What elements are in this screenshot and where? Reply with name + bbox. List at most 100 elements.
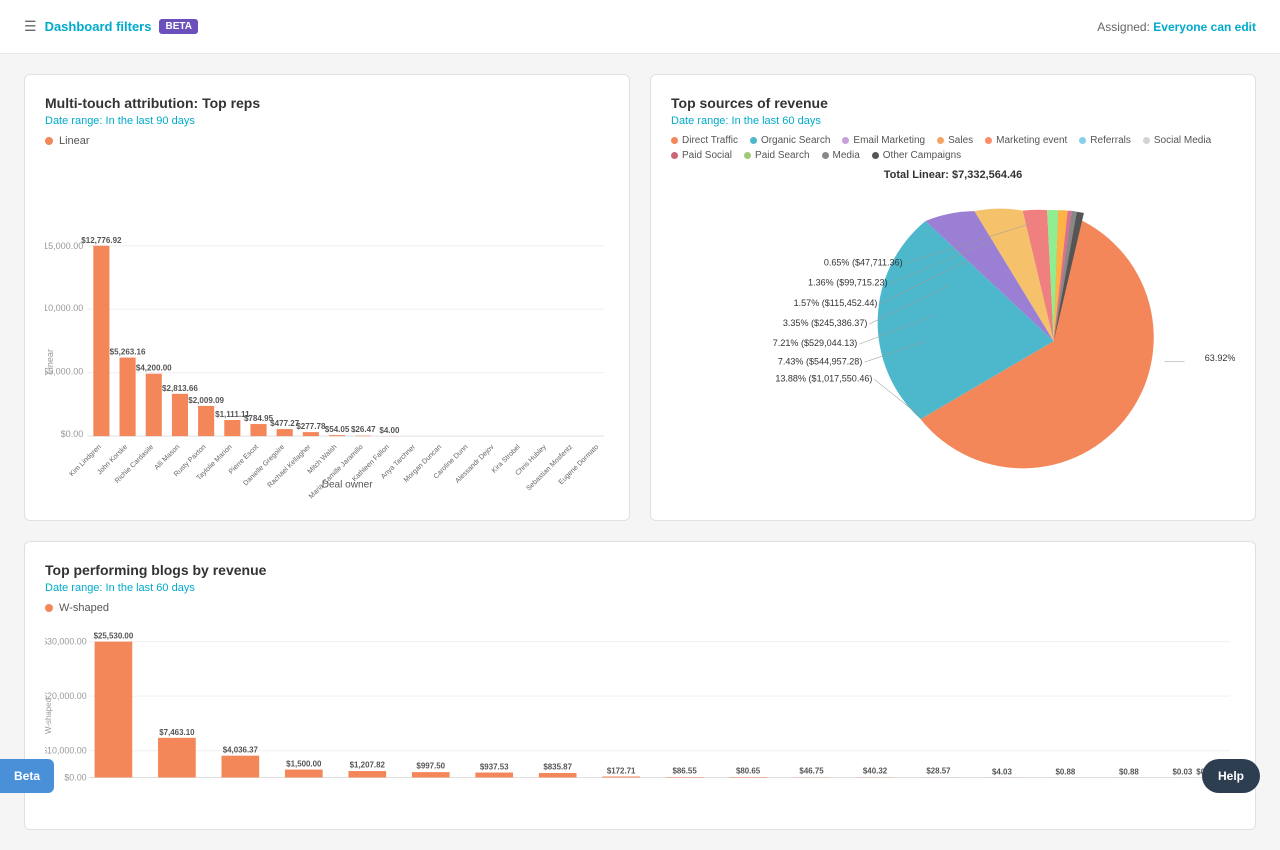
legend-label-wshaped: W-shaped — [59, 602, 109, 614]
svg-text:$86.55: $86.55 — [673, 767, 698, 776]
bar-taylolie — [224, 420, 240, 436]
svg-text:$5,263.16: $5,263.16 — [110, 348, 146, 357]
svg-text:$46.75: $46.75 — [799, 767, 824, 776]
card-multitouch-legend: Linear — [45, 135, 609, 147]
legend-label-direct: Direct Traffic — [682, 135, 738, 146]
hamburger-icon[interactable]: ☰ — [24, 18, 37, 35]
svg-text:$0.88: $0.88 — [1119, 768, 1139, 777]
bar-kim — [93, 246, 109, 436]
svg-text:13.88% ($1,017,550.46): 13.88% ($1,017,550.46) — [775, 373, 872, 383]
legend-marketing-event: Marketing event — [985, 135, 1067, 146]
blog-bar-8 — [539, 773, 577, 777]
svg-text:$80.65: $80.65 — [736, 767, 761, 776]
legend-dot-media — [822, 152, 829, 159]
svg-text:63.92% ($4,687,233.79): 63.92% ($4,687,233.79) — [1205, 353, 1235, 363]
bar-rachael — [303, 432, 319, 436]
svg-text:$12,776.92: $12,776.92 — [81, 236, 122, 245]
beta-button[interactable]: Beta — [0, 759, 54, 793]
svg-text:$0.00: $0.00 — [64, 773, 86, 783]
legend-direct-traffic: Direct Traffic — [671, 135, 738, 146]
svg-text:$10,000.00: $10,000.00 — [45, 746, 87, 756]
legend-label-sales: Sales — [948, 135, 973, 146]
card-revenue-date: Date range: In the last 60 days — [671, 115, 1235, 127]
blog-bar-2 — [158, 738, 196, 778]
legend-media: Media — [822, 150, 860, 161]
top-bar: ☰ Dashboard filters BETA Assigned: Every… — [0, 0, 1280, 54]
blog-bar-3 — [222, 756, 260, 778]
blog-bar-7 — [475, 773, 513, 778]
svg-text:1.57% ($115,452.44): 1.57% ($115,452.44) — [794, 298, 878, 308]
legend-referrals: Referrals — [1079, 135, 1131, 146]
svg-text:$0.03: $0.03 — [1173, 768, 1193, 777]
card-multitouch-date: Date range: In the last 90 days — [45, 115, 609, 127]
legend-sales: Sales — [937, 135, 973, 146]
legend-dot-direct — [671, 137, 678, 144]
svg-text:Sebastian Mosfentz: Sebastian Mosfentz — [525, 443, 574, 492]
svg-text:$784.95: $784.95 — [244, 414, 274, 423]
pie-chart-wrapper: Total Linear: $7,332,564.46 — [671, 169, 1235, 500]
svg-text:$26.47: $26.47 — [351, 425, 376, 434]
card-blogs: Top performing blogs by revenue Date ran… — [24, 541, 1256, 830]
bar-maria — [355, 436, 371, 437]
svg-text:$277.78: $277.78 — [296, 422, 326, 431]
card-blogs-legend: W-shaped — [45, 602, 1235, 614]
blog-bar-6 — [412, 772, 450, 777]
legend-label-social: Social Media — [1154, 135, 1211, 146]
bar-chart-1: $15,000.00 $10,000.00 $5,000.00 $0.00 Li… — [45, 159, 609, 564]
bar-rusty — [198, 406, 214, 436]
bar-john — [120, 358, 136, 437]
svg-text:7.21% ($529,044.13): 7.21% ($529,044.13) — [773, 338, 858, 348]
svg-text:$30,000.00: $30,000.00 — [45, 637, 87, 647]
legend-other-campaigns: Other Campaigns — [872, 150, 961, 161]
svg-text:$28.57: $28.57 — [926, 767, 951, 776]
svg-text:W-shaped: W-shaped — [45, 698, 53, 734]
card-revenue-sources: Top sources of revenue Date range: In th… — [650, 74, 1256, 521]
legend-label-media: Media — [833, 150, 860, 161]
legend-dot-other — [872, 152, 879, 159]
legend-dot-social — [1143, 137, 1150, 144]
svg-text:$172.71: $172.71 — [607, 767, 636, 776]
svg-text:Linear: Linear — [45, 349, 55, 374]
svg-text:$54.05: $54.05 — [325, 425, 350, 434]
svg-text:$4,200.00: $4,200.00 — [136, 364, 172, 373]
legend-dot-marketing-event — [985, 137, 992, 144]
legend-label-email: Email Marketing — [853, 135, 925, 146]
bar-pierre — [250, 424, 266, 436]
legend-dot-email — [842, 137, 849, 144]
bar-richie — [146, 374, 162, 436]
legend-email-marketing: Email Marketing — [842, 135, 925, 146]
svg-text:$4.00: $4.00 — [379, 426, 400, 435]
svg-text:$997.50: $997.50 — [416, 762, 445, 771]
dashboard-filters-link[interactable]: Dashboard filters — [45, 19, 152, 34]
legend-dot-sales — [937, 137, 944, 144]
svg-text:Alli Mason: Alli Mason — [153, 444, 181, 472]
svg-text:$4.03: $4.03 — [992, 768, 1012, 777]
svg-text:Deal owner: Deal owner — [322, 479, 374, 490]
legend-label-marketing-event: Marketing event — [996, 135, 1067, 146]
legend-label-linear: Linear — [59, 135, 90, 147]
legend-paid-social: Paid Social — [671, 150, 732, 161]
help-button[interactable]: Help — [1202, 759, 1260, 793]
svg-text:$477.27: $477.27 — [270, 419, 300, 428]
svg-text:$15,000.00: $15,000.00 — [45, 241, 83, 251]
legend-organic-search: Organic Search — [750, 135, 830, 146]
beta-badge: BETA — [159, 19, 197, 34]
blog-bar-5 — [348, 771, 386, 777]
svg-text:$0.88: $0.88 — [1056, 768, 1076, 777]
svg-text:$0.00: $0.00 — [61, 429, 84, 439]
bar-mitch — [329, 435, 345, 436]
assigned-section: Assigned: Everyone can edit — [1097, 20, 1256, 34]
blog-bar-4 — [285, 770, 323, 778]
svg-text:$10,000.00: $10,000.00 — [45, 303, 83, 313]
bar-chart-blogs: $30,000.00 $20,000.00 $10,000.00 $0.00 W… — [45, 626, 1235, 806]
svg-text:$1,500.00: $1,500.00 — [286, 760, 322, 769]
svg-text:3.35% ($245,386.37): 3.35% ($245,386.37) — [783, 318, 868, 328]
legend-label-paid-social: Paid Social — [682, 150, 732, 161]
card-blogs-date: Date range: In the last 60 days — [45, 582, 1235, 594]
legend-label-other: Other Campaigns — [883, 150, 961, 161]
edit-permission-label[interactable]: Everyone can edit — [1153, 20, 1256, 34]
pie-total: Total Linear: $7,332,564.46 — [671, 169, 1235, 181]
top-bar-left: ☰ Dashboard filters BETA — [24, 18, 198, 35]
legend-dot-paid-search — [744, 152, 751, 159]
main-content: Multi-touch attribution: Top reps Date r… — [0, 54, 1280, 850]
